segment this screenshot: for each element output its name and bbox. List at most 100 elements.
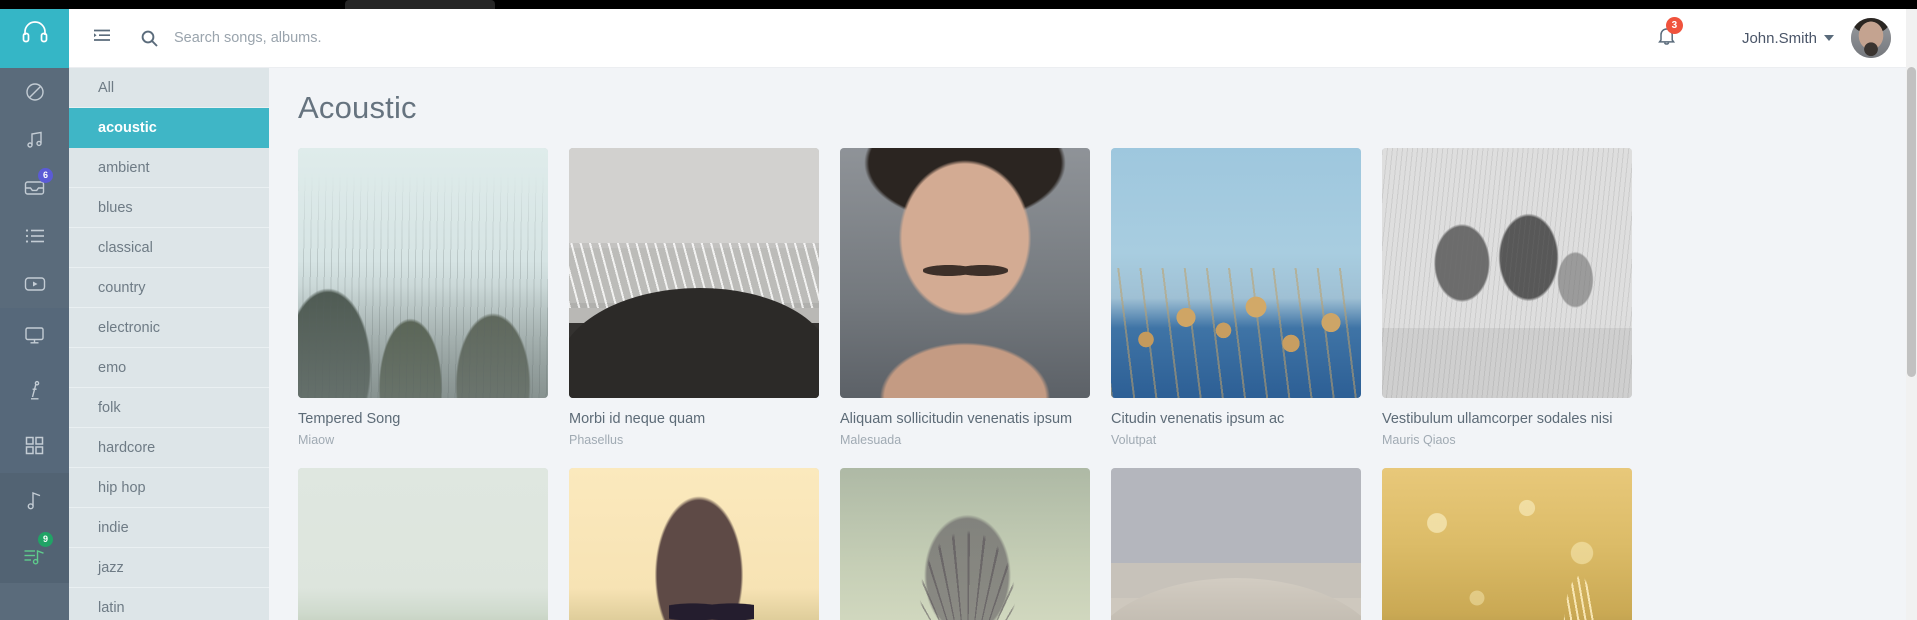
- album-card[interactable]: Mauris convallis mauris at Neque: [298, 468, 548, 620]
- page-title: Acoustic: [298, 90, 417, 125]
- album-artwork[interactable]: [1382, 468, 1632, 620]
- top-bar: 3 John.Smith: [69, 9, 1917, 68]
- genre-item-all[interactable]: All: [69, 68, 269, 108]
- genre-label: latin: [98, 599, 125, 616]
- album-artist: Phasellus: [569, 433, 624, 447]
- genre-label: hardcore: [98, 439, 156, 456]
- brand-logo-button[interactable]: [0, 0, 69, 68]
- topbar-right-cluster: 3 John.Smith: [1657, 17, 1891, 58]
- username-label[interactable]: John.Smith: [1742, 30, 1817, 47]
- music-note-icon: [25, 130, 45, 150]
- queue-badge: 9: [38, 532, 53, 547]
- album-artist: Miaow: [298, 433, 335, 447]
- artwork-image: [569, 148, 819, 398]
- album-card[interactable]: [1111, 468, 1361, 620]
- album-card[interactable]: Aliquam sollicitudin venenatis ipsum Mal…: [840, 148, 1090, 447]
- search-input[interactable]: [174, 30, 814, 46]
- genre-item-classical[interactable]: classical: [69, 228, 269, 268]
- album-card[interactable]: [840, 468, 1090, 620]
- genre-item-hardcore[interactable]: hardcore: [69, 428, 269, 468]
- genre-item-ambient[interactable]: ambient: [69, 148, 269, 188]
- sidebar-item-apps[interactable]: [0, 418, 69, 473]
- sidebar-item-podcasts[interactable]: [0, 363, 69, 418]
- artwork-image: [298, 148, 548, 398]
- album-artwork[interactable]: [569, 148, 819, 398]
- artwork-image: [569, 468, 819, 620]
- album-artist: Mauris Qiaos: [1382, 433, 1456, 447]
- monitor-icon: [24, 326, 45, 345]
- menu-toggle-button[interactable]: [93, 29, 111, 48]
- genre-item-country[interactable]: country: [69, 268, 269, 308]
- headphones-icon: [22, 20, 48, 48]
- genre-label: emo: [98, 359, 127, 376]
- sidebar-item-inbox[interactable]: 6: [0, 164, 69, 212]
- sidebar-item-music[interactable]: [0, 116, 69, 164]
- album-card[interactable]: [1382, 468, 1632, 620]
- search-bar: [141, 30, 1657, 47]
- artwork-image: [840, 148, 1090, 398]
- album-artwork[interactable]: [1111, 148, 1361, 398]
- album-title: Aliquam sollicitudin venenatis ipsum: [840, 411, 1073, 427]
- avatar-image: [1851, 18, 1891, 58]
- genre-label: All: [98, 79, 115, 96]
- artwork-image: [298, 468, 548, 620]
- album-artist: Volutpat: [1111, 433, 1157, 447]
- genre-item-emo[interactable]: emo: [69, 348, 269, 388]
- genre-item-electronic[interactable]: electronic: [69, 308, 269, 348]
- album-artwork[interactable]: [1111, 468, 1361, 620]
- microphone-icon: [26, 380, 43, 401]
- video-play-icon: [24, 276, 46, 292]
- genre-label: acoustic: [98, 119, 157, 136]
- album-card[interactable]: Citudin venenatis ipsum ac Volutpat: [1111, 148, 1361, 447]
- genre-label: hip hop: [98, 479, 146, 496]
- genre-item-latin[interactable]: latin: [69, 588, 269, 620]
- genre-item-folk[interactable]: folk: [69, 388, 269, 428]
- disc-slash-icon: [25, 82, 45, 102]
- album-card[interactable]: [569, 468, 819, 620]
- album-grid: Tempered Song Miaow Morbi id neque quam …: [269, 126, 1917, 620]
- search-icon[interactable]: [141, 30, 158, 47]
- sidebar-item-videos[interactable]: [0, 260, 69, 308]
- avatar[interactable]: [1851, 18, 1891, 58]
- album-artwork[interactable]: [298, 468, 548, 620]
- album-grid-panel: Acoustic Tempered Song Miaow Morbi id ne…: [269, 68, 1917, 620]
- genre-label: country: [98, 279, 146, 296]
- artwork-image: [1382, 148, 1632, 398]
- album-artwork[interactable]: [298, 148, 548, 398]
- album-artwork[interactable]: [569, 468, 819, 620]
- artwork-image: [1111, 468, 1361, 620]
- album-artwork[interactable]: [840, 468, 1090, 620]
- album-card[interactable]: Morbi id neque quam Phasellus: [569, 148, 819, 447]
- genre-item-jazz[interactable]: jazz: [69, 548, 269, 588]
- album-title: Vestibulum ullamcorper sodales nisi: [1382, 411, 1613, 427]
- album-card[interactable]: Vestibulum ullamcorper sodales nisi Maur…: [1382, 148, 1632, 447]
- album-title: Tempered Song: [298, 411, 401, 427]
- genre-sidebar[interactable]: All acoustic ambient blues classical cou…: [69, 68, 269, 620]
- scrollbar-thumb[interactable]: [1907, 67, 1916, 377]
- sidebar-item-screen[interactable]: [0, 308, 69, 363]
- notifications-badge: 3: [1665, 17, 1683, 34]
- album-card[interactable]: Tempered Song Miaow: [298, 148, 548, 447]
- sidebar-item-queue[interactable]: 9: [0, 528, 69, 583]
- sidebar-item-discover[interactable]: [0, 68, 69, 116]
- album-title: Citudin venenatis ipsum ac: [1111, 411, 1285, 427]
- genre-label: ambient: [98, 159, 150, 176]
- caret-down-icon[interactable]: [1824, 35, 1834, 41]
- genre-item-acoustic[interactable]: acoustic: [69, 108, 269, 148]
- genre-item-blues[interactable]: blues: [69, 188, 269, 228]
- album-title: Morbi id neque quam: [569, 411, 706, 427]
- menu-indent-icon: [93, 29, 111, 48]
- notifications-button[interactable]: 3: [1657, 17, 1683, 51]
- list-icon: [25, 228, 45, 244]
- album-artwork[interactable]: [1382, 148, 1632, 398]
- grid-icon: [25, 436, 44, 455]
- artwork-image: [1111, 148, 1361, 398]
- vertical-scrollbar[interactable]: [1906, 9, 1917, 620]
- genre-label: folk: [98, 399, 121, 416]
- browser-tab-notch: [345, 0, 495, 9]
- sidebar-item-playlists[interactable]: [0, 212, 69, 260]
- genre-item-hip-hop[interactable]: hip hop: [69, 468, 269, 508]
- genre-item-indie[interactable]: indie: [69, 508, 269, 548]
- sidebar-item-songs[interactable]: [0, 473, 69, 528]
- album-artwork[interactable]: [840, 148, 1090, 398]
